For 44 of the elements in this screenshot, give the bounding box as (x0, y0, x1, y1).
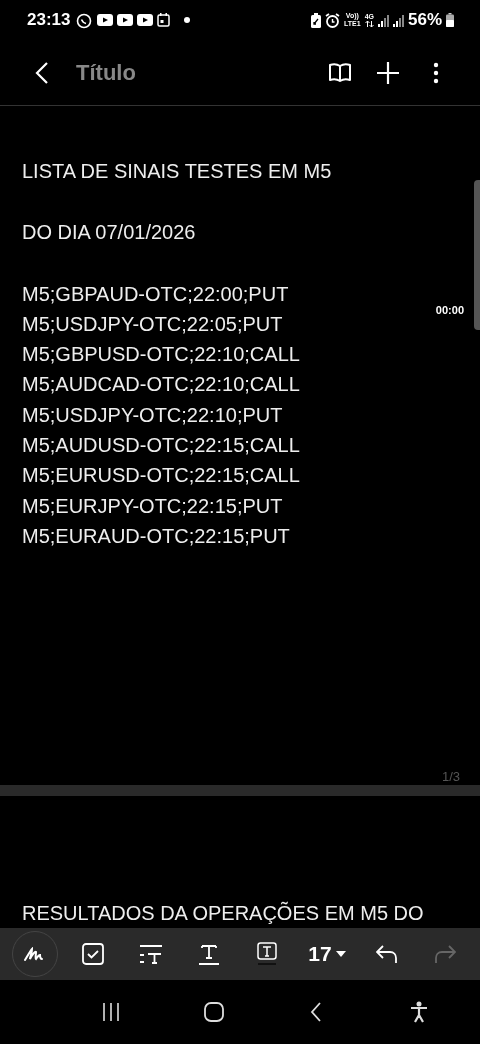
text-style-icon[interactable] (139, 944, 163, 964)
note-text-line: M5;USDJPY-OTC;22:10;PUT (22, 402, 283, 428)
play-icon (117, 14, 134, 26)
note-text-line: M5;GBPUSD-OTC;22:10;CALL (22, 342, 300, 368)
note-text-line: M5;EURJPY-OTC;22:15;PUT (22, 493, 283, 519)
text-underline-icon[interactable] (199, 943, 219, 965)
note-text-line: M5;EURAUD-OTC;22:15;PUT (22, 523, 290, 549)
play-icon (137, 14, 154, 26)
status-time: 23:13 (27, 10, 71, 30)
note-text-line: M5;AUDUSD-OTC;22:15;CALL (22, 433, 300, 459)
play-icon (97, 14, 114, 26)
note-text-line: M5;EURUSD-OTC;22:15;CALL (22, 463, 300, 489)
checkbox-icon[interactable] (82, 943, 104, 965)
battery-icon (446, 13, 454, 27)
more-options-icon[interactable] (433, 61, 439, 84)
battery-percent: 56% (407, 10, 442, 30)
signal-icon (392, 13, 404, 27)
handwriting-icon[interactable] (24, 947, 46, 961)
dropdown-caret-icon[interactable] (335, 951, 346, 957)
home-icon[interactable] (203, 1002, 224, 1022)
font-size-dropdown[interactable]: 17 (302, 931, 352, 977)
note-text-line: M5;USDJPY-OTC;22:05;PUT (22, 311, 283, 337)
signal-icon (377, 13, 389, 27)
data-arrows-icon (364, 21, 374, 27)
page-indicator: 1/3 (441, 769, 460, 784)
recent-apps-icon[interactable] (101, 1003, 122, 1021)
chat-icon (76, 11, 94, 29)
audio-timestamp: 00:00 (435, 304, 464, 316)
undo-icon[interactable] (376, 945, 398, 963)
back-icon[interactable] (310, 1002, 323, 1022)
note-text-line: DO DIA 07/01/2026 (22, 220, 196, 246)
scrollbar-thumb[interactable] (474, 180, 480, 330)
alarm-icon (325, 12, 340, 28)
title-field[interactable]: Título (76, 59, 196, 86)
note-text-line: LISTA DE SINAIS TESTES EM M5 (22, 159, 332, 184)
note-text-line: M5;AUDCAD-OTC;22:10;CALL (22, 372, 300, 398)
accessibility-icon[interactable] (409, 1001, 428, 1023)
text-box-icon[interactable] (257, 942, 277, 966)
dot-icon (184, 17, 191, 23)
calendar-icon (157, 13, 171, 27)
book-icon[interactable] (328, 61, 352, 84)
battery-saver-icon (311, 12, 321, 28)
note-text-line: RESULTADOS DA OPERAÇÕES EM M5 DO (22, 900, 424, 926)
note-text-line: M5;GBPAUD-OTC;22:00;PUT (22, 281, 289, 307)
